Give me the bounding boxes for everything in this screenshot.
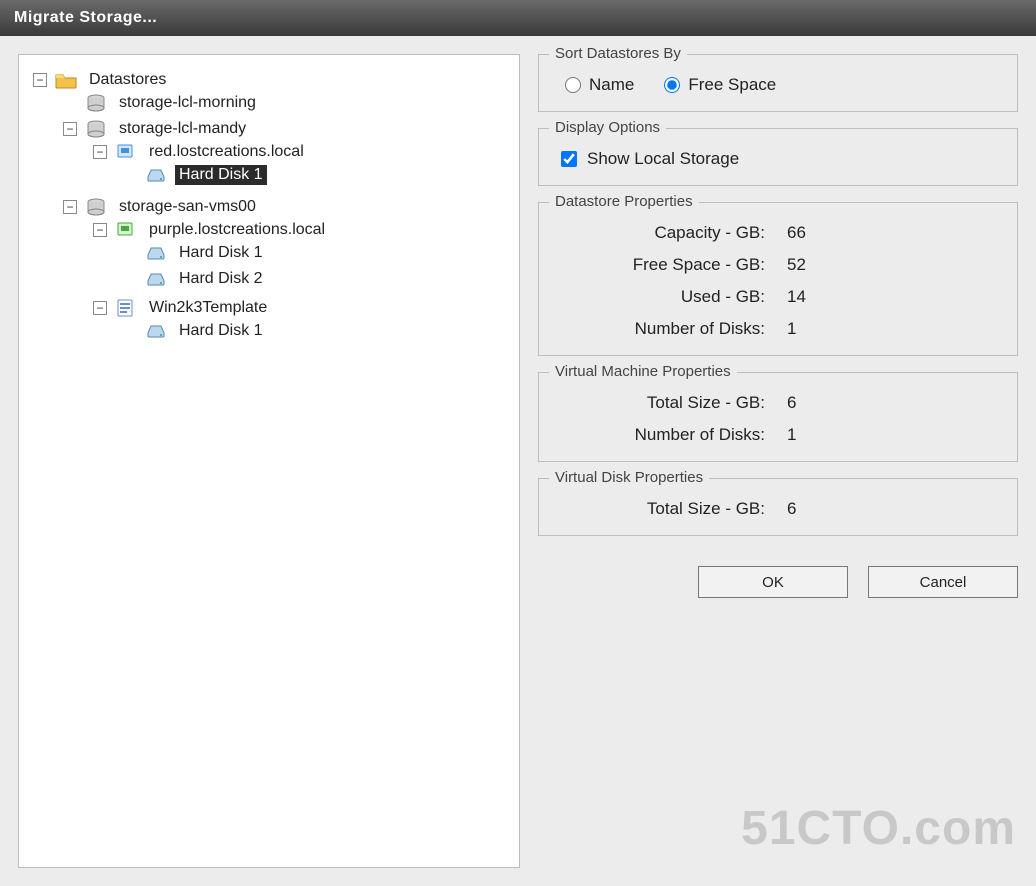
prop-label: Total Size - GB: [577, 499, 787, 519]
sort-by-name-radio[interactable]: Name [565, 75, 634, 95]
prop-row: Total Size - GB: 6 [577, 499, 989, 519]
template-icon [115, 298, 137, 318]
tree-root[interactable]: − Datastores [33, 70, 509, 90]
tree-datastore[interactable]: storage-lcl-morning [63, 93, 509, 113]
tree-disk[interactable]: Hard Disk 2 [123, 269, 509, 289]
dialog-button-row: OK Cancel [538, 552, 1018, 598]
collapse-icon[interactable]: − [93, 301, 107, 315]
ok-button[interactable]: OK [698, 566, 848, 598]
tree-item-label: Hard Disk 1 [175, 321, 267, 341]
sort-by-freespace-radio[interactable]: Free Space [664, 75, 776, 95]
prop-row: Total Size - GB: 6 [577, 393, 989, 413]
sort-freespace-input[interactable] [664, 77, 680, 93]
prop-label: Used - GB: [577, 287, 787, 307]
folder-icon [55, 70, 77, 90]
tree-vm[interactable]: − red.lostcreations.local [93, 142, 509, 162]
display-options-group: Display Options Show Local Storage [538, 128, 1018, 186]
tree-vm-template[interactable]: − Win2k3Template [93, 298, 509, 318]
disk-icon [145, 165, 167, 185]
window-titlebar: Migrate Storage... [0, 0, 1036, 36]
collapse-icon[interactable]: − [63, 122, 77, 136]
tree-item-label: Win2k3Template [145, 298, 271, 318]
collapse-icon[interactable]: − [33, 73, 47, 87]
tree-vm[interactable]: − purple.lostcreations.local [93, 220, 509, 240]
collapse-icon[interactable]: − [93, 223, 107, 237]
sort-name-label: Name [589, 75, 634, 95]
tree-disk[interactable]: Hard Disk 1 [123, 321, 509, 341]
datastore-tree-panel: − Datastores [18, 54, 520, 868]
group-label: Sort Datastores By [549, 45, 687, 62]
prop-value: 6 [787, 499, 847, 519]
tree-item-label: Hard Disk 1 [175, 165, 267, 185]
vm-icon [115, 220, 137, 240]
cancel-button[interactable]: Cancel [868, 566, 1018, 598]
vm-icon [115, 142, 137, 162]
tree-item-label: storage-lcl-morning [115, 93, 260, 113]
prop-label: Free Space - GB: [577, 255, 787, 275]
prop-row: Number of Disks: 1 [577, 319, 989, 339]
group-label: Datastore Properties [549, 193, 699, 210]
prop-label: Total Size - GB: [577, 393, 787, 413]
prop-value: 66 [787, 223, 847, 243]
window-title: Migrate Storage... [14, 9, 157, 27]
prop-label: Number of Disks: [577, 425, 787, 445]
prop-row: Number of Disks: 1 [577, 425, 989, 445]
datastore-icon [85, 119, 107, 139]
sort-freespace-label: Free Space [688, 75, 776, 95]
collapse-icon[interactable]: − [63, 200, 77, 214]
datastore-icon [85, 93, 107, 113]
datastore-properties-group: Datastore Properties Capacity - GB: 66 F… [538, 202, 1018, 356]
tree-item-label: storage-san-vms00 [115, 197, 260, 217]
collapse-icon[interactable]: − [93, 145, 107, 159]
disk-icon [145, 321, 167, 341]
sort-name-input[interactable] [565, 77, 581, 93]
group-label: Virtual Machine Properties [549, 363, 737, 380]
tree-item-label: Hard Disk 1 [175, 243, 267, 263]
tree-item-label: Hard Disk 2 [175, 269, 267, 289]
disk-icon [145, 269, 167, 289]
prop-row: Free Space - GB: 52 [577, 255, 989, 275]
prop-row: Capacity - GB: 66 [577, 223, 989, 243]
prop-label: Number of Disks: [577, 319, 787, 339]
prop-value: 1 [787, 319, 847, 339]
show-local-storage-label: Show Local Storage [587, 149, 739, 169]
group-label: Display Options [549, 119, 666, 136]
tree-disk[interactable]: Hard Disk 1 [123, 243, 509, 263]
sort-datastores-group: Sort Datastores By Name Free Space [538, 54, 1018, 112]
dialog-body: − Datastores [0, 36, 1036, 886]
group-label: Virtual Disk Properties [549, 469, 709, 486]
show-local-storage-checkbox[interactable] [561, 151, 577, 167]
prop-row: Used - GB: 14 [577, 287, 989, 307]
tree-datastore[interactable]: − storage-lcl-mandy [63, 119, 509, 139]
prop-value: 1 [787, 425, 847, 445]
tree-item-label: red.lostcreations.local [145, 142, 308, 162]
datastore-icon [85, 197, 107, 217]
tree-root-label: Datastores [85, 70, 170, 90]
prop-label: Capacity - GB: [577, 223, 787, 243]
prop-value: 6 [787, 393, 847, 413]
vdisk-properties-group: Virtual Disk Properties Total Size - GB:… [538, 478, 1018, 536]
prop-value: 14 [787, 287, 847, 307]
tree-item-label: purple.lostcreations.local [145, 220, 329, 240]
tree-item-label: storage-lcl-mandy [115, 119, 250, 139]
tree-disk[interactable]: Hard Disk 1 [123, 165, 509, 185]
vm-properties-group: Virtual Machine Properties Total Size - … [538, 372, 1018, 462]
disk-icon [145, 243, 167, 263]
tree-datastore[interactable]: − storage-san-vms00 [63, 197, 509, 217]
prop-value: 52 [787, 255, 847, 275]
